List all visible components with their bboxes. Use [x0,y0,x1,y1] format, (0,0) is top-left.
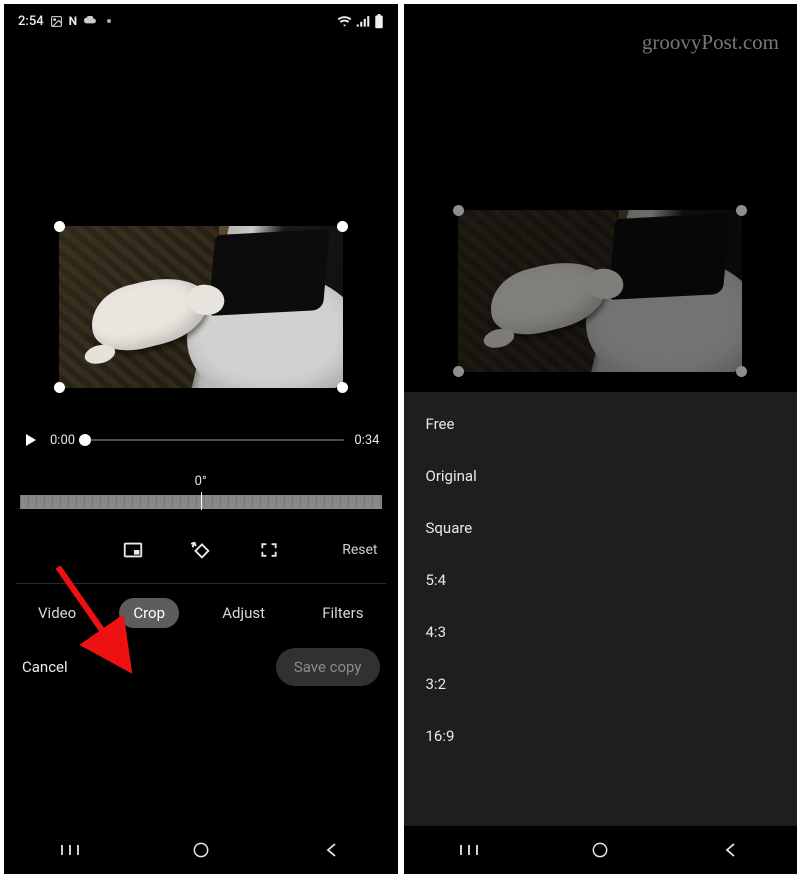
nav-recents[interactable] [57,837,83,863]
seek-track[interactable] [85,439,344,441]
android-nav-bar [404,826,798,874]
rotation-angle-label: 0° [4,474,398,489]
video-preview-area [4,34,398,424]
nav-back[interactable] [718,837,744,863]
status-bar: 2:54 N [4,4,398,34]
reset-button[interactable]: Reset [342,542,377,558]
crop-handle-bottom-left[interactable] [453,366,464,377]
tab-adjust[interactable]: Adjust [208,598,279,628]
left-screenshot: 2:54 N [4,4,398,874]
rotate-button[interactable] [188,537,214,563]
ratio-option-original[interactable]: Original [404,450,798,502]
nav-home[interactable] [188,837,214,863]
android-nav-bar [4,826,398,874]
aspect-ratio-menu: Free Original Square 5:4 4:3 3:2 16:9 [404,392,798,826]
crop-handle-bottom-right[interactable] [337,382,348,393]
tab-video[interactable]: Video [24,598,90,628]
crop-handle-bottom-left[interactable] [54,382,65,393]
netflix-icon: N [69,14,77,28]
nav-back[interactable] [319,837,345,863]
nav-recents[interactable] [456,837,482,863]
ratio-option-16-9[interactable]: 16:9 [404,710,798,762]
crop-handle-top-right[interactable] [736,205,747,216]
crop-frame[interactable] [59,226,343,388]
save-copy-button[interactable]: Save copy [276,648,380,686]
tab-crop[interactable]: Crop [119,598,179,628]
signal-icon [356,15,370,27]
dot-icon [107,19,111,23]
bottom-actions: Cancel Save copy [4,628,398,694]
right-screenshot: groovyPost.com Free Original Square 5:4 … [404,4,798,874]
video-thumbnail [458,210,742,372]
status-time: 2:54 [18,14,44,29]
seek-thumb[interactable] [79,434,91,446]
rotation-dial[interactable] [20,495,382,519]
crop-handle-top-left[interactable] [54,221,65,232]
edit-mode-tabs: Video Crop Adjust Filters [4,584,398,628]
expand-crop-button[interactable] [256,537,282,563]
time-duration: 0:34 [354,433,379,448]
aspect-ratio-button[interactable] [120,537,146,563]
image-icon [50,15,63,28]
cancel-button[interactable]: Cancel [22,658,68,676]
battery-icon [374,14,384,29]
cloud-icon [83,16,97,26]
ratio-option-5-4[interactable]: 5:4 [404,554,798,606]
crop-handle-top-right[interactable] [337,221,348,232]
video-preview-area [404,4,798,392]
wifi-icon [337,15,352,27]
ratio-option-4-3[interactable]: 4:3 [404,606,798,658]
video-thumbnail [59,226,343,388]
crop-frame[interactable] [458,210,742,372]
play-button[interactable] [22,431,40,449]
ratio-option-free[interactable]: Free [404,398,798,450]
video-timeline: 0:00 0:34 [4,424,398,456]
time-current: 0:00 [50,433,75,448]
ratio-option-square[interactable]: Square [404,502,798,554]
tab-filters[interactable]: Filters [308,598,377,628]
nav-home[interactable] [587,837,613,863]
crop-tool-row: Reset [4,537,398,563]
ratio-option-3-2[interactable]: 3:2 [404,658,798,710]
crop-handle-bottom-right[interactable] [736,366,747,377]
